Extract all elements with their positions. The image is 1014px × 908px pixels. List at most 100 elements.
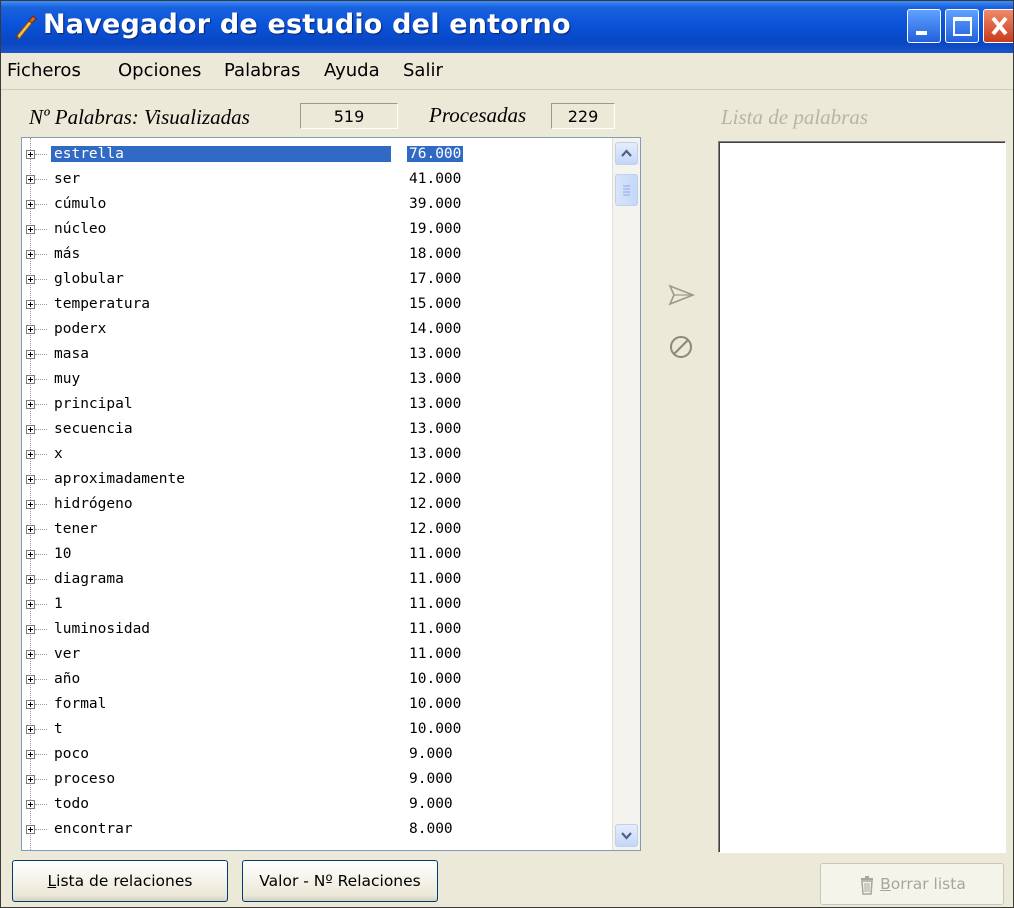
tree-row[interactable]: año 10.000 [22,668,622,693]
tree-row[interactable]: formal 10.000 [22,693,622,718]
expand-icon[interactable] [26,325,35,334]
expand-icon[interactable] [26,550,35,559]
window-title: Navegador de estudio del entorno [43,9,571,40]
tree-row[interactable]: ser 41.000 [22,168,622,193]
scroll-thumb[interactable] [615,174,638,206]
expand-icon[interactable] [26,500,35,509]
expand-icon[interactable] [26,800,35,809]
word-value: 12.000 [409,521,462,537]
tree-row[interactable]: globular 17.000 [22,268,622,293]
expand-icon[interactable] [26,775,35,784]
expand-icon[interactable] [26,350,35,359]
tree-row[interactable]: hidrógeno 12.000 [22,493,622,518]
expand-icon[interactable] [26,725,35,734]
tree-connector [35,804,47,805]
expand-icon[interactable] [26,450,35,459]
expand-icon[interactable] [26,525,35,534]
menu-palabras[interactable]: Palabras [224,60,300,81]
clear-list-label: orrar lista [890,875,966,893]
send-arrow-icon[interactable] [665,279,697,311]
expand-icon[interactable] [26,825,35,834]
scroll-down-icon [621,832,632,840]
close-button[interactable] [983,9,1013,43]
tree-connector [35,329,47,330]
expand-icon[interactable] [26,225,35,234]
expand-icon[interactable] [26,600,35,609]
word-label: ver [54,646,81,662]
expand-icon[interactable] [26,250,35,259]
word-value: 10.000 [409,671,462,687]
menu-opciones[interactable]: Opciones [118,60,201,81]
word-value: 15.000 [409,296,462,312]
tree-row[interactable]: ver 11.000 [22,643,622,668]
tree-row[interactable]: principal 13.000 [22,393,622,418]
tree-row[interactable]: todo 9.000 [22,793,622,818]
expand-icon[interactable] [26,475,35,484]
expand-icon[interactable] [26,275,35,284]
vertical-scrollbar[interactable] [612,138,640,850]
tree-row[interactable]: tener 12.000 [22,518,622,543]
tree-row[interactable]: secuencia 13.000 [22,418,622,443]
expand-icon[interactable] [26,175,35,184]
maximize-icon [953,17,972,36]
tree-row[interactable]: luminosidad 11.000 [22,618,622,643]
tree-row[interactable]: estrella 76.000 [22,143,622,168]
tree-row[interactable]: temperatura 15.000 [22,293,622,318]
visualized-count: 519 [300,103,398,129]
tree-row[interactable]: t 10.000 [22,718,622,743]
tree-row[interactable]: encontrar 8.000 [22,818,622,843]
word-value: 9.000 [409,771,453,787]
tree-row[interactable]: x 13.000 [22,443,622,468]
expand-icon[interactable] [26,650,35,659]
tree-row[interactable]: aproximadamente 12.000 [22,468,622,493]
tree-row[interactable]: proceso 9.000 [22,768,622,793]
menu-ayuda[interactable]: Ayuda [324,60,380,81]
tree-connector [35,729,47,730]
word-tree[interactable]: estrella 76.000 ser 41.000 cúmulo 39.000 núcle… [21,137,641,851]
expand-icon[interactable] [26,425,35,434]
word-label: tener [54,521,98,537]
grip-icon [623,185,630,196]
value-relations-button[interactable]: Valor - Nº Relaciones [242,860,438,902]
menu-salir[interactable]: Salir [403,60,443,81]
clear-list-button[interactable]: Borrar lista [820,863,1004,905]
expand-icon[interactable] [26,375,35,384]
cancel-icon[interactable] [665,331,697,363]
tree-row[interactable]: cúmulo 39.000 [22,193,622,218]
tree-row[interactable]: muy 13.000 [22,368,622,393]
expand-icon[interactable] [26,150,35,159]
menu-ficheros[interactable]: Ficheros [7,60,81,81]
word-label: encontrar [54,821,133,837]
expand-icon[interactable] [26,400,35,409]
tree-row[interactable]: poco 9.000 [22,743,622,768]
maximize-button[interactable] [945,9,979,43]
tree-row[interactable]: 10 11.000 [22,543,622,568]
scroll-down-button[interactable] [615,824,638,847]
scroll-up-button[interactable] [615,142,638,165]
close-icon [991,16,1008,36]
expand-icon[interactable] [26,750,35,759]
tree-row[interactable]: masa 13.000 [22,343,622,368]
relations-list-button[interactable]: Lista de relaciones [12,860,228,902]
expand-icon[interactable] [26,675,35,684]
tree-row[interactable]: poderx 14.000 [22,318,622,343]
title-bar[interactable]: Navegador de estudio del entorno [1,1,1013,53]
tree-row[interactable]: más 18.000 [22,243,622,268]
expand-icon[interactable] [26,300,35,309]
tree-row[interactable]: diagrama 11.000 [22,568,622,593]
tree-row[interactable]: núcleo 19.000 [22,218,622,243]
expand-icon[interactable] [26,575,35,584]
tree-connector [35,354,47,355]
tree-connector [35,754,47,755]
word-value: 41.000 [409,171,462,187]
tree-row[interactable]: 1 11.000 [22,593,622,618]
selected-words-list[interactable] [718,141,1006,853]
tree-connector [35,379,47,380]
word-label: todo [54,796,89,812]
expand-icon[interactable] [26,700,35,709]
expand-icon[interactable] [26,625,35,634]
app-icon [15,15,37,40]
expand-icon[interactable] [26,200,35,209]
minimize-button[interactable] [907,9,941,43]
word-label: estrella [51,146,391,162]
